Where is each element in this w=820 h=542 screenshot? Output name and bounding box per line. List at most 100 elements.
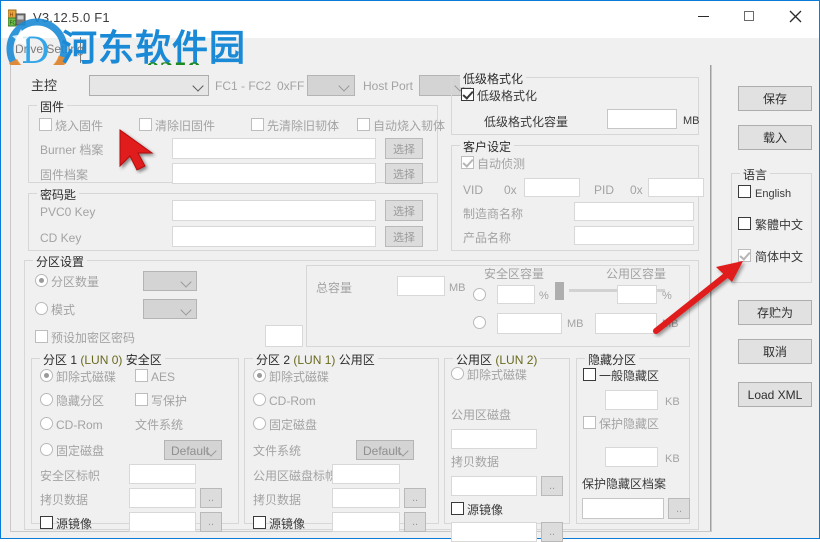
p2-fixed-radio[interactable] bbox=[253, 417, 266, 430]
pid-input[interactable] bbox=[648, 178, 704, 197]
lun2-disk-label: 公用区磁盘 bbox=[451, 408, 512, 422]
hidden-partition-group: 隐藏分区 一般隐藏区 KB 保护隐藏区 KB 保护隐藏区档案 .. bbox=[576, 351, 690, 524]
lun2-source-image-browse-button[interactable]: .. bbox=[541, 522, 563, 542]
public-percent-input[interactable] bbox=[617, 285, 657, 304]
partition-mode-radio[interactable] bbox=[35, 302, 48, 315]
language-english-label: English bbox=[755, 188, 792, 200]
partition-mode-select[interactable] bbox=[143, 299, 197, 319]
chevron-down-icon bbox=[180, 276, 192, 288]
mb-mode-radio[interactable] bbox=[473, 316, 486, 329]
p2-copy-browse-button[interactable]: .. bbox=[404, 488, 426, 508]
burn-firmware-checkbox[interactable] bbox=[39, 118, 52, 131]
cd-key-input[interactable] bbox=[172, 226, 376, 247]
burner-file-browse-button[interactable]: 选择 bbox=[385, 138, 423, 159]
protect-hidden-file-input[interactable] bbox=[582, 498, 664, 519]
preset-password-input[interactable] bbox=[265, 325, 303, 347]
normal-hidden-checkbox[interactable] bbox=[583, 368, 596, 381]
burner-file-input[interactable] bbox=[172, 138, 376, 159]
auto-burn-checkbox[interactable] bbox=[357, 118, 370, 131]
low-level-format-group: 低级格式化 低级格式化 低级格式化容量 MB bbox=[451, 70, 700, 135]
firmware-file-browse-button[interactable]: 选择 bbox=[385, 163, 423, 184]
p1-filesystem-label: 文件系统 bbox=[135, 418, 184, 432]
minimize-button[interactable] bbox=[680, 1, 726, 31]
public-lun2-title-pre: 公用区 bbox=[456, 353, 493, 367]
cancel-button[interactable]: 取消 bbox=[738, 339, 812, 364]
lun2-copy-browse-button[interactable]: .. bbox=[541, 476, 563, 496]
partition-settings-group: 分区设置 分区数量 模式 预设加密区密码 总容量 MB 安全区容量 公用区容量 … bbox=[24, 253, 699, 542]
pvc0-key-input[interactable] bbox=[172, 200, 376, 221]
p2-removable-radio[interactable] bbox=[253, 369, 266, 382]
close-button[interactable] bbox=[772, 1, 818, 31]
public-mb-input[interactable] bbox=[595, 313, 657, 334]
p1-copy-browse-button[interactable]: .. bbox=[200, 488, 222, 508]
preset-password-checkbox[interactable] bbox=[35, 330, 48, 343]
tab-drive-setting[interactable]: Drive Setting bbox=[15, 42, 84, 56]
p2-volume-input[interactable] bbox=[332, 464, 400, 484]
p2-copy-input[interactable] bbox=[332, 488, 400, 508]
protect-hidden-file-browse-button[interactable]: .. bbox=[668, 498, 690, 519]
partition-count-radio[interactable] bbox=[35, 274, 48, 287]
vendor-name-input[interactable] bbox=[574, 202, 694, 221]
clear-first-checkbox[interactable] bbox=[251, 118, 264, 131]
save-as-button[interactable]: 存贮为 bbox=[738, 300, 812, 325]
language-traditional-checkbox[interactable] bbox=[738, 217, 751, 230]
load-xml-button[interactable]: Load XML bbox=[738, 382, 812, 407]
p2-source-image-checkbox[interactable] bbox=[253, 516, 266, 529]
firmware-file-input[interactable] bbox=[172, 163, 376, 184]
p1-write-protect-checkbox[interactable] bbox=[135, 393, 148, 406]
slider-thumb[interactable] bbox=[555, 282, 564, 300]
p2-copy-label: 拷贝数据 bbox=[253, 493, 302, 507]
svg-text:FC: FC bbox=[10, 21, 17, 27]
save-button[interactable]: 保存 bbox=[738, 86, 812, 111]
load-button[interactable]: 载入 bbox=[738, 125, 812, 150]
p1-source-image-input[interactable] bbox=[129, 512, 196, 532]
p1-filesystem-select[interactable]: Default bbox=[164, 440, 222, 460]
p1-copy-label: 拷贝数据 bbox=[40, 493, 89, 507]
partition-count-select[interactable] bbox=[143, 271, 197, 291]
secure-mb-input[interactable] bbox=[497, 313, 562, 334]
protect-hidden-input[interactable] bbox=[605, 447, 658, 467]
controller-select[interactable] bbox=[89, 75, 209, 96]
p1-fixed-radio[interactable] bbox=[40, 443, 53, 456]
protect-hidden-checkbox[interactable] bbox=[583, 416, 596, 429]
p1-removable-radio[interactable] bbox=[40, 369, 53, 382]
p1-source-image-browse-button[interactable]: .. bbox=[200, 512, 222, 532]
total-capacity-input[interactable] bbox=[397, 276, 445, 296]
lun2-copy-input[interactable] bbox=[451, 476, 537, 496]
lun2-removable-radio[interactable] bbox=[451, 367, 464, 380]
burner-file-label: Burner 档案 bbox=[40, 143, 104, 157]
product-name-input[interactable] bbox=[574, 226, 694, 245]
p1-cdrom-radio[interactable] bbox=[40, 417, 53, 430]
low-level-capacity-input[interactable] bbox=[607, 109, 677, 129]
capacity-slider[interactable] bbox=[555, 282, 675, 305]
auto-detect-checkbox[interactable] bbox=[461, 156, 474, 169]
lun2-source-image-input[interactable] bbox=[451, 522, 537, 542]
percent-mode-radio[interactable] bbox=[473, 288, 486, 301]
language-simplified-checkbox[interactable] bbox=[738, 249, 751, 262]
vid-input[interactable] bbox=[524, 178, 580, 197]
lun2-disk-input[interactable] bbox=[451, 429, 537, 449]
normal-hidden-input[interactable] bbox=[605, 390, 658, 410]
maximize-button[interactable] bbox=[726, 1, 772, 31]
p2-filesystem-select[interactable]: Default bbox=[356, 440, 414, 460]
language-traditional-label: 繁體中文 bbox=[755, 218, 804, 232]
firmware-group: 固件 烧入固件 清除旧固件 先清除旧韧体 自动烧入韧体 Burner 档案 选择… bbox=[28, 98, 445, 184]
p2-source-image-input[interactable] bbox=[332, 512, 400, 532]
clear-old-firmware-checkbox[interactable] bbox=[139, 118, 152, 131]
p1-aes-label: AES bbox=[151, 370, 176, 384]
p1-source-image-checkbox[interactable] bbox=[40, 516, 53, 529]
p1-volume-input[interactable] bbox=[129, 464, 196, 484]
p1-source-image-label: 源镜像 bbox=[56, 517, 93, 531]
language-english-checkbox[interactable] bbox=[738, 185, 751, 198]
pvc0-key-browse-button[interactable]: 选择 bbox=[385, 200, 423, 221]
lun2-source-image-checkbox[interactable] bbox=[451, 502, 464, 515]
p2-source-image-browse-button[interactable]: .. bbox=[404, 512, 426, 532]
p1-hidden-radio[interactable] bbox=[40, 393, 53, 406]
low-level-format-checkbox[interactable] bbox=[461, 88, 474, 101]
cd-key-browse-button[interactable]: 选择 bbox=[385, 226, 423, 247]
p2-cdrom-radio[interactable] bbox=[253, 393, 266, 406]
p1-aes-checkbox[interactable] bbox=[135, 369, 148, 382]
p1-copy-input[interactable] bbox=[129, 488, 196, 508]
hex-select[interactable] bbox=[307, 75, 355, 96]
secure-percent-input[interactable] bbox=[497, 285, 535, 304]
